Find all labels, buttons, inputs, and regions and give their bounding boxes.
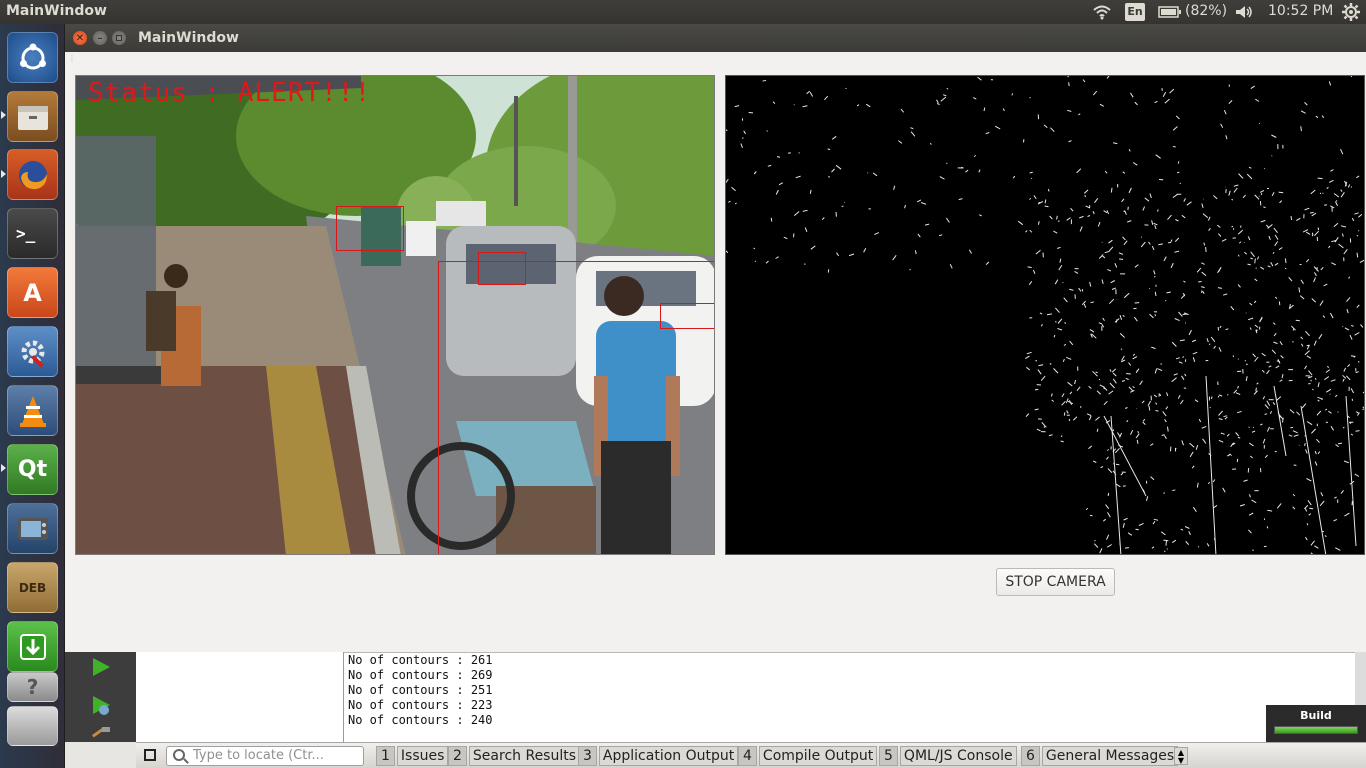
tab-qml-js-console[interactable]: 5 QML/JS Console [879, 746, 1017, 766]
build-progress-bar [1274, 726, 1358, 734]
search-icon [173, 749, 185, 761]
edge-map-image [726, 76, 1364, 554]
status-bar: Type to locate (Ctr... 1 Issues 2 Search… [136, 742, 1366, 768]
software-center-icon[interactable]: A [7, 267, 58, 318]
workspace-icon[interactable] [7, 706, 58, 746]
volume-icon[interactable] [1235, 5, 1253, 19]
qt-creator-icon-label: Qt [17, 457, 48, 482]
close-button[interactable]: ✕ [73, 31, 87, 45]
output-line: No of contours : 261 [348, 653, 493, 667]
tab-number: 6 [1021, 746, 1040, 766]
update-manager-icon[interactable] [7, 621, 58, 672]
camera-feed: Status : ALERT!!! [75, 75, 715, 555]
battery-percent[interactable]: (82%) [1185, 3, 1227, 19]
build-hammer-icon[interactable] [90, 726, 112, 742]
ubuntu-dash-icon[interactable] [7, 32, 58, 83]
tab-label: General Messages [1041, 746, 1179, 766]
output-gutter [136, 652, 344, 742]
tab-number: 1 [376, 746, 395, 766]
minimize-button[interactable]: – [93, 31, 107, 45]
detection-box-rickshaw [336, 206, 404, 251]
launcher: >_ A Qt DEB ? [0, 24, 65, 768]
tab-label: Application Output [598, 746, 739, 766]
terminal-icon[interactable]: >_ [7, 208, 58, 259]
tab-number: 5 [879, 746, 898, 766]
terminal-icon-label: >_ [16, 224, 36, 243]
tab-number: 4 [738, 746, 757, 766]
toolbar-handle[interactable]: ⋮ [68, 55, 76, 63]
clock[interactable]: 10:52 PM [1268, 3, 1333, 19]
vlc-icon[interactable] [7, 385, 58, 436]
detection-box-car [660, 303, 714, 329]
locator-placeholder: Type to locate (Ctr... [193, 748, 324, 763]
build-progress: Build [1266, 705, 1366, 742]
stop-camera-button[interactable]: STOP CAMERA [996, 568, 1115, 596]
battery-icon[interactable] [1158, 6, 1182, 18]
tab-label: Issues [396, 746, 449, 766]
deb-package-icon-label: DEB [18, 580, 47, 595]
edge-lines [726, 76, 1364, 554]
tab-compile-output[interactable]: 4 Compile Output [738, 746, 878, 766]
wifi-icon[interactable] [1093, 4, 1111, 20]
debug-run-icon[interactable] [90, 694, 114, 718]
tab-number: 3 [578, 746, 597, 766]
top-panel: MainWindow En (82%) 10:52 PM [0, 0, 1366, 24]
locator-input[interactable]: Type to locate (Ctr... [166, 746, 364, 766]
tab-general-messages[interactable]: 6 General Messages [1021, 746, 1179, 766]
build-label: Build [1300, 709, 1332, 722]
output-line: No of contours : 269 [348, 668, 493, 682]
keyboard-layout-indicator[interactable]: En [1125, 3, 1145, 21]
tab-label: Search Results [468, 746, 581, 766]
tab-label: Compile Output [758, 746, 878, 766]
qt-creator-icon[interactable]: Qt [7, 444, 58, 495]
status-alert-text: Status : ALERT!!! [88, 78, 372, 108]
close-icon: ✕ [75, 32, 85, 44]
unknown-app-icon[interactable]: ? [7, 672, 58, 702]
maximize-button[interactable] [112, 31, 126, 45]
app-menu-title[interactable]: MainWindow [6, 3, 107, 19]
window-title: MainWindow [138, 30, 239, 46]
gear-icon[interactable] [1342, 3, 1360, 21]
firefox-icon[interactable] [7, 149, 58, 200]
software-center-icon-label: A [23, 278, 42, 307]
run-icon[interactable] [90, 656, 112, 678]
tab-label: QML/JS Console [899, 746, 1017, 766]
output-line: No of contours : 240 [348, 713, 493, 727]
system-settings-icon[interactable] [7, 326, 58, 377]
output-line: No of contours : 251 [348, 683, 493, 697]
files-icon[interactable] [7, 91, 58, 142]
more-tabs-button[interactable]: ▲ ▼ [1174, 747, 1188, 765]
tab-search-results[interactable]: 2 Search Results [448, 746, 581, 766]
edge-detection-view [725, 75, 1365, 555]
application-output-text[interactable]: No of contours : 261 No of contours : 26… [348, 653, 493, 728]
window-title-bar[interactable]: ✕ – MainWindow [65, 24, 1366, 52]
output-line: No of contours : 223 [348, 698, 493, 712]
tab-issues[interactable]: 1 Issues [376, 746, 449, 766]
minimize-icon: – [97, 32, 103, 44]
qt-creator-mode-bar [65, 652, 136, 742]
main-window: ✕ – MainWindow ⋮ Status: ALERT!!! STOP … [65, 24, 1366, 652]
sidebar-toggle-icon[interactable] [144, 749, 156, 761]
tab-number: 2 [448, 746, 467, 766]
deb-package-icon[interactable]: DEB [7, 562, 58, 613]
tv-icon[interactable] [7, 503, 58, 554]
maximize-icon [116, 35, 122, 41]
unknown-app-icon-label: ? [26, 675, 39, 699]
tab-application-output[interactable]: 3 Application Output [578, 746, 739, 766]
